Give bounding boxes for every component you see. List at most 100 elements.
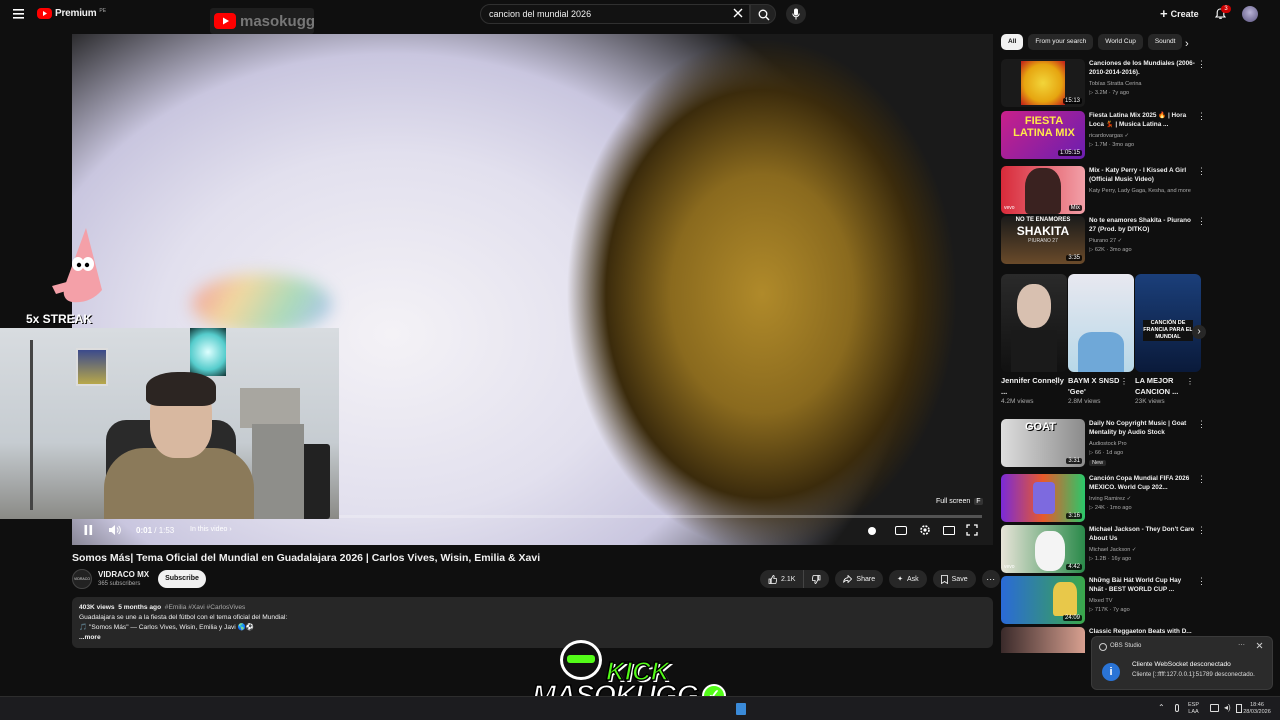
captions-icon[interactable] (895, 526, 907, 535)
rec-item[interactable]: vevo 4:42 Michael Jackson - They Don't C… (1001, 525, 1206, 573)
rec-item[interactable]: GOAT 3:31 Daily No Copyright Music | Goa… (1001, 419, 1206, 467)
create-button[interactable]: + Create (1160, 5, 1199, 23)
rec-thumbnail[interactable]: 15:13 (1001, 59, 1085, 107)
rec-thumbnail[interactable]: vevo Mix (1001, 166, 1085, 214)
rec-duration: 24:09 (1062, 615, 1082, 621)
rec-title: Những Bài Hát World Cup Hay Nhất - BEST … (1089, 577, 1182, 593)
chevron-up-icon[interactable]: ⌃ (1158, 703, 1165, 712)
more-vertical-icon[interactable]: ⋮ (1197, 216, 1206, 227)
dislike-button[interactable] (804, 570, 829, 588)
rec-item[interactable]: 15:13 Canciones de los Mundiales (2006-2… (1001, 59, 1206, 107)
rec-item[interactable]: 3:16 Canción Copa Mundial FIFA 2026 MEXI… (1001, 474, 1206, 522)
chip-soundtrack[interactable]: Soundt (1147, 34, 1183, 50)
avatar[interactable] (1242, 6, 1258, 22)
time-total: 1:53 (158, 526, 175, 535)
chip-from-your-search[interactable]: From your search (1028, 34, 1094, 50)
rec-channel: Mixed TV (1089, 598, 1113, 604)
menu-icon[interactable] (13, 9, 24, 19)
rec-duration: 15:13 (1062, 98, 1082, 104)
rec-item[interactable]: FIESTA LATINA MIX 1:05:15 Fiesta Latina … (1001, 111, 1206, 159)
rec-item[interactable]: vevo Mix Mix - Katy Perry - I Kissed A G… (1001, 166, 1206, 214)
short-more-icon[interactable]: ⋮ (1052, 377, 1060, 386)
short-more-icon[interactable]: ⋮ (1120, 377, 1128, 386)
more-vertical-icon[interactable]: ⋮ (1197, 419, 1206, 430)
network-icon[interactable] (1210, 704, 1219, 712)
description-line-2: 🎵 "Somos Más" — Carlos Vives, Wisin, Emi… (79, 624, 255, 631)
youtube-logo[interactable]: Premium PE (37, 8, 106, 19)
info-icon: i (1102, 663, 1120, 681)
rec-thumbnail[interactable]: FIESTA LATINA MIX 1:05:15 (1001, 111, 1085, 159)
short-thumbnail[interactable]: CANCIÓN DE FRANCIA PARA EL MUNDIAL (1135, 274, 1201, 372)
more-vertical-icon[interactable]: ⋮ (1197, 166, 1206, 177)
rec-age: 7y ago (1112, 607, 1130, 613)
fullscreen-icon[interactable] (966, 524, 978, 536)
more-vertical-icon[interactable]: ⋮ (1197, 111, 1206, 122)
chip-world-cup[interactable]: World Cup (1098, 34, 1143, 50)
subscribe-button[interactable]: Subscribe (158, 570, 206, 588)
language-indicator[interactable]: ESP LAA (1188, 702, 1199, 716)
like-button[interactable]: 2.1K (760, 570, 805, 588)
ask-button[interactable]: ✦ Ask (889, 570, 927, 588)
rec-thumbnail[interactable]: 3:16 (1001, 474, 1085, 522)
shorts-next-button[interactable]: › (1192, 325, 1206, 339)
share-button[interactable]: Share (835, 570, 884, 588)
vevo-label: vevo (1004, 205, 1015, 211)
save-button[interactable]: Save (932, 570, 976, 588)
volume-icon[interactable] (109, 525, 121, 535)
rec-item[interactable]: NO TE ENAMORES SHAKITA PIURANO 27 3:35 N… (1001, 216, 1206, 264)
chip-all[interactable]: All (1001, 34, 1024, 50)
view-count: 403K views (79, 604, 115, 611)
rec-duration: 1:05:15 (1057, 150, 1082, 156)
search-input[interactable]: cancion del mundial 2026 (480, 4, 750, 24)
voice-search-button[interactable] (786, 4, 806, 24)
obs-notification[interactable]: OBS Studio ⋯ i Cliente WebSocket descone… (1091, 636, 1273, 690)
rec-thumbnail[interactable]: vevo 4:42 (1001, 525, 1085, 573)
rec-thumbnail[interactable]: 24:09 (1001, 576, 1085, 624)
notification-close-icon[interactable] (1256, 642, 1263, 649)
clock[interactable]: 18:46 28/03/2026 (1240, 702, 1274, 716)
rec-channel: Piurano 27 ✓ (1089, 238, 1199, 244)
more-vertical-icon[interactable]: ⋮ (1197, 59, 1206, 70)
theater-mode-icon[interactable] (943, 526, 955, 535)
rec-item[interactable]: 24:09 Những Bài Hát World Cup Hay Nhất -… (1001, 576, 1206, 624)
channel-avatar[interactable]: VIDRACO (72, 569, 92, 589)
clock-date: 28/03/2026 (1243, 709, 1271, 715)
webcam-light (190, 328, 226, 376)
notification-title: Cliente WebSocket desconectado (1132, 661, 1231, 668)
rec-channel: Katy Perry, Lady Gaga, Kesha, and more (1089, 188, 1191, 194)
rec-thumbnail[interactable]: NO TE ENAMORES SHAKITA PIURANO 27 3:35 (1001, 216, 1085, 264)
hashtags[interactable]: #Emilia #Xavi #CarlosVives (165, 604, 246, 611)
upload-age: 5 months ago (118, 604, 162, 611)
rec-views: 3.2M (1094, 90, 1108, 96)
rec-age: 1mo ago (1109, 505, 1132, 511)
more-vertical-icon[interactable]: ⋮ (1197, 474, 1206, 485)
in-this-video-button[interactable]: In this video › (190, 526, 232, 533)
rec-age: 7y ago (1112, 90, 1130, 96)
volume-icon[interactable]: ◂) (1224, 703, 1231, 712)
settings-gear-icon[interactable] (919, 524, 931, 536)
rec-thumbnail[interactable] (1001, 627, 1085, 653)
clear-search-icon[interactable] (733, 8, 743, 18)
short-thumbnail[interactable] (1068, 274, 1134, 372)
rec-thumbnail[interactable]: GOAT 3:31 (1001, 419, 1085, 467)
chips-next-icon[interactable]: › (1185, 38, 1189, 50)
more-horizontal-icon: ⋯ (986, 573, 996, 584)
short-more-icon[interactable]: ⋮ (1186, 377, 1194, 386)
rec-title: Canciones de los Mundiales (2006-2010-20… (1089, 60, 1195, 76)
thumbnail-art (1011, 330, 1057, 372)
more-vertical-icon[interactable]: ⋮ (1197, 525, 1206, 536)
verified-icon: ✓ (1124, 133, 1130, 139)
autoplay-toggle[interactable] (868, 527, 876, 535)
short-thumbnail[interactable] (1001, 274, 1067, 372)
youtube-play-icon (37, 8, 52, 19)
taskbar-app-icon[interactable] (736, 703, 746, 715)
more-actions-button[interactable]: ⋯ (981, 570, 1000, 588)
video-title: Somos Más| Tema Oficial del Mundial en G… (72, 552, 541, 564)
more-vertical-icon[interactable]: ⋮ (1197, 576, 1206, 587)
channel-name[interactable]: VIDRACO MX (98, 570, 149, 579)
notification-more-icon[interactable]: ⋯ (1238, 641, 1245, 649)
top-bar: Premium PE masokugg cancion del mundial … (0, 0, 1280, 34)
pause-icon[interactable] (84, 525, 93, 535)
search-button[interactable] (750, 4, 776, 24)
microphone-icon[interactable] (1175, 704, 1179, 712)
